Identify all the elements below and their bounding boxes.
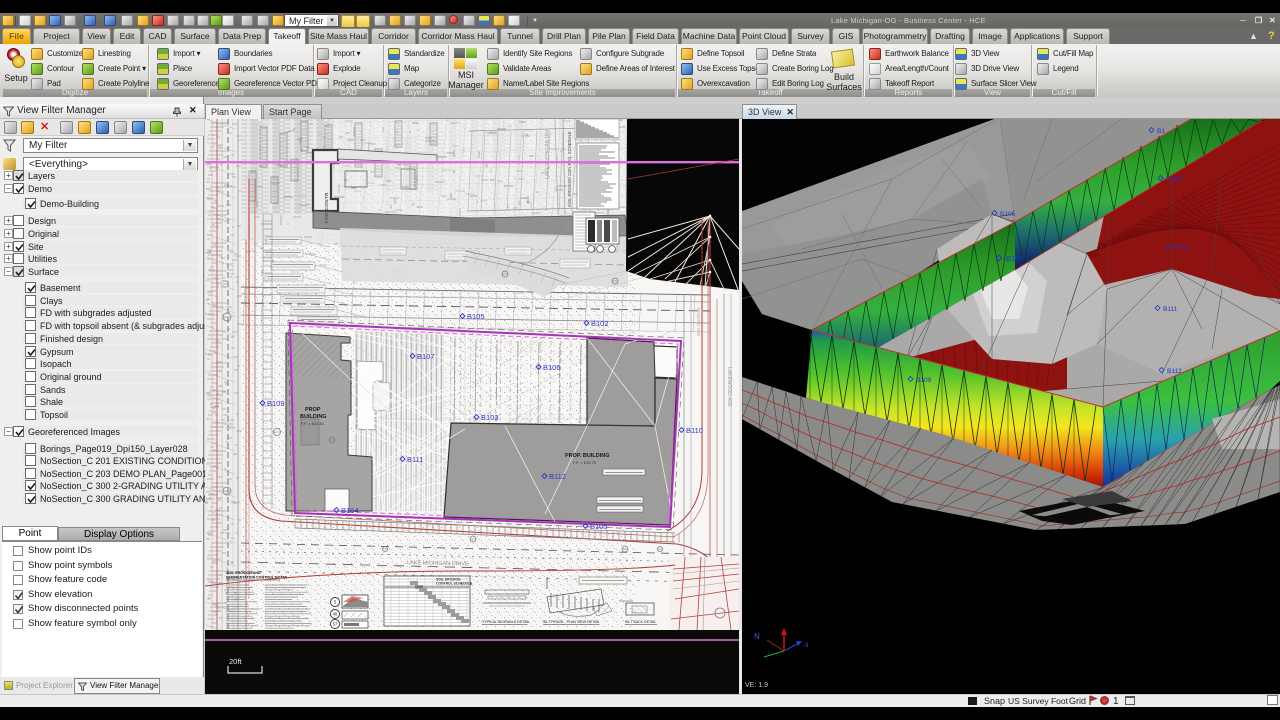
svg-text:N: N bbox=[754, 632, 760, 641]
svg-text:PROP. BUILDING: PROP. BUILDING bbox=[565, 453, 610, 459]
svg-text:40: 40 bbox=[333, 612, 338, 617]
svg-text:TYPICAL SIDEWALK DETAIL: TYPICAL SIDEWALK DETAIL bbox=[482, 620, 530, 624]
svg-text:B105: B105 bbox=[590, 522, 608, 531]
svg-text:B107: B107 bbox=[417, 352, 435, 361]
svg-text:B103: B103 bbox=[481, 413, 499, 422]
svg-text:B109: B109 bbox=[916, 377, 932, 384]
svg-text:57: 57 bbox=[333, 622, 338, 627]
svg-text:B109: B109 bbox=[267, 399, 285, 408]
svg-text:SOIL EROSION AND: SOIL EROSION AND bbox=[226, 571, 261, 575]
svg-text:B111: B111 bbox=[1163, 306, 1178, 313]
svg-text:B107: B107 bbox=[1006, 254, 1024, 263]
svg-text:B105: B105 bbox=[467, 312, 485, 321]
svg-text:B106: B106 bbox=[543, 363, 561, 372]
svg-text:B112: B112 bbox=[1167, 368, 1182, 375]
svg-text:20ft: 20ft bbox=[229, 657, 242, 666]
svg-text:SILT SACK DETAIL: SILT SACK DETAIL bbox=[625, 620, 656, 624]
svg-text:B110: B110 bbox=[686, 426, 703, 435]
svg-text:SOIL EROSION CON REQ. SCHEDULE: SOIL EROSION CON REQ. SCHEDULE bbox=[567, 131, 572, 207]
svg-text:F.F. = 611.30: F.F. = 611.30 bbox=[301, 421, 324, 426]
svg-text:B112: B112 bbox=[549, 472, 566, 481]
svg-text:VE: 1.9: VE: 1.9 bbox=[745, 682, 768, 689]
svg-text:FOR CONTR: FOR CONTR bbox=[324, 192, 329, 223]
svg-text:B102: B102 bbox=[591, 319, 609, 328]
svg-text:BUILDING: BUILDING bbox=[300, 414, 327, 420]
svg-text:PROP: PROP bbox=[305, 407, 321, 413]
svg-text:B111: B111 bbox=[407, 455, 423, 464]
svg-text:LAKE MICHIGAN DRI: LAKE MICHIGAN DRI bbox=[545, 130, 551, 179]
svg-text:F.F. = 610.70: F.F. = 610.70 bbox=[573, 460, 597, 465]
svg-text:LAKEWOOD AVE: LAKEWOOD AVE bbox=[726, 367, 732, 407]
svg-text:SEWARD AVE: SEWARD AVE bbox=[696, 307, 701, 336]
svg-text:B1: B1 bbox=[1157, 128, 1165, 135]
svg-text:B108: B108 bbox=[1166, 176, 1182, 183]
svg-text:B104: B104 bbox=[341, 506, 359, 515]
svg-text:SILT FENCE - PLAN VIEW DETAIL: SILT FENCE - PLAN VIEW DETAIL bbox=[543, 620, 600, 624]
svg-text:SEDIMENTATION CONTROL NOTES: SEDIMENTATION CONTROL NOTES bbox=[226, 576, 288, 580]
svg-text:B102: B102 bbox=[1174, 244, 1190, 251]
svg-text:-3: -3 bbox=[803, 643, 809, 649]
svg-text:B105: B105 bbox=[1000, 211, 1016, 218]
